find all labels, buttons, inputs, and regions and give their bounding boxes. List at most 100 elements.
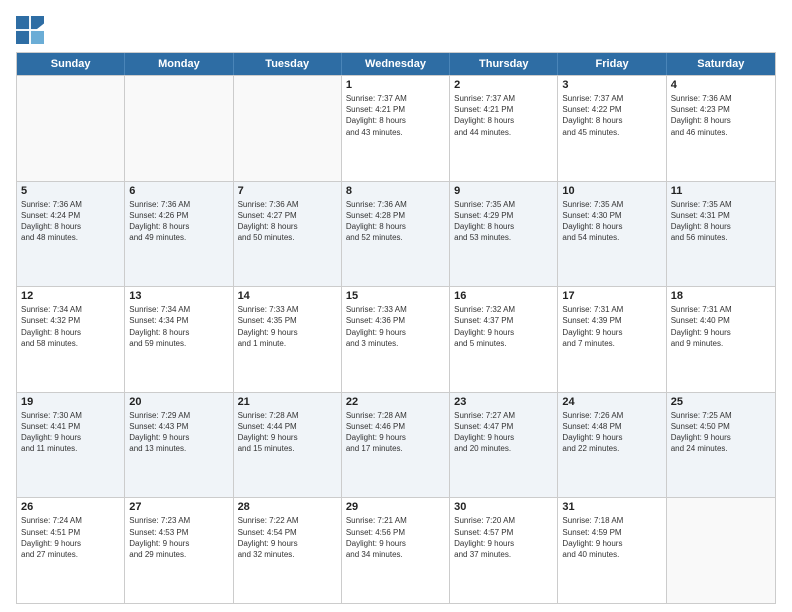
- week-row-1: 1 Sunrise: 7:37 AM Sunset: 4:21 PM Daylig…: [17, 75, 775, 181]
- day-cell-16: 16Sunrise: 7:32 AM Sunset: 4:37 PM Dayli…: [450, 287, 558, 392]
- day-info: Sunrise: 7:29 AM Sunset: 4:43 PM Dayligh…: [129, 410, 228, 455]
- header: [16, 16, 776, 44]
- day-cell-3: 3Sunrise: 7:37 AM Sunset: 4:22 PM Daylig…: [558, 76, 666, 181]
- calendar-header: SundayMondayTuesdayWednesdayThursdayFrid…: [17, 53, 775, 75]
- day-info: Sunrise: 7:28 AM Sunset: 4:46 PM Dayligh…: [346, 410, 445, 455]
- day-number: 2: [454, 79, 553, 91]
- day-info: Sunrise: 7:25 AM Sunset: 4:50 PM Dayligh…: [671, 410, 771, 455]
- day-number: 30: [454, 501, 553, 513]
- logo: [16, 16, 48, 44]
- day-number: 8: [346, 185, 445, 197]
- header-cell-sunday: Sunday: [17, 53, 125, 75]
- day-info: Sunrise: 7:18 AM Sunset: 4:59 PM Dayligh…: [562, 515, 661, 560]
- header-cell-thursday: Thursday: [450, 53, 558, 75]
- day-info: Sunrise: 7:36 AM Sunset: 4:27 PM Dayligh…: [238, 199, 337, 244]
- day-info: Sunrise: 7:36 AM Sunset: 4:28 PM Dayligh…: [346, 199, 445, 244]
- day-number: 4: [671, 79, 771, 91]
- day-cell-9: 9Sunrise: 7:35 AM Sunset: 4:29 PM Daylig…: [450, 182, 558, 287]
- day-info: Sunrise: 7:35 AM Sunset: 4:30 PM Dayligh…: [562, 199, 661, 244]
- day-cell-1: 1 Sunrise: 7:37 AM Sunset: 4:21 PM Daylig…: [342, 76, 450, 181]
- page: SundayMondayTuesdayWednesdayThursdayFrid…: [0, 0, 792, 612]
- week-row-3: 12 Sunrise: 7:34 AM Sunset: 4:32 PM Dayli…: [17, 286, 775, 392]
- day-info: Sunrise: 7:34 AM Sunset: 4:34 PM Dayligh…: [129, 304, 228, 349]
- day-number: 21: [238, 396, 337, 408]
- day-number: 19: [21, 396, 120, 408]
- day-cell-10: 10Sunrise: 7:35 AM Sunset: 4:30 PM Dayli…: [558, 182, 666, 287]
- day-cell-31: 31 Sunrise: 7:18 AM Sunset: 4:59 PM Dayli…: [558, 498, 666, 603]
- day-info: Sunrise: 7:31 AM Sunset: 4:39 PM Dayligh…: [562, 304, 661, 349]
- day-number: 25: [671, 396, 771, 408]
- day-number: 16: [454, 290, 553, 302]
- day-cell-30: 30 Sunrise: 7:20 AM Sunset: 4:57 PM Dayli…: [450, 498, 558, 603]
- calendar-body: 1 Sunrise: 7:37 AM Sunset: 4:21 PM Daylig…: [17, 75, 775, 603]
- day-cell-13: 13 Sunrise: 7:34 AM Sunset: 4:34 PM Dayli…: [125, 287, 233, 392]
- empty-cell-4-6: [667, 498, 775, 603]
- day-number: 31: [562, 501, 661, 513]
- day-number: 6: [129, 185, 228, 197]
- day-info: Sunrise: 7:21 AM Sunset: 4:56 PM Dayligh…: [346, 515, 445, 560]
- day-number: 12: [21, 290, 120, 302]
- day-info: Sunrise: 7:27 AM Sunset: 4:47 PM Dayligh…: [454, 410, 553, 455]
- day-number: 11: [671, 185, 771, 197]
- calendar: SundayMondayTuesdayWednesdayThursdayFrid…: [16, 52, 776, 604]
- day-number: 1: [346, 79, 445, 91]
- day-cell-15: 15 Sunrise: 7:33 AM Sunset: 4:36 PM Dayli…: [342, 287, 450, 392]
- day-cell-23: 23 Sunrise: 7:27 AM Sunset: 4:47 PM Dayli…: [450, 393, 558, 498]
- day-number: 7: [238, 185, 337, 197]
- day-number: 15: [346, 290, 445, 302]
- header-cell-monday: Monday: [125, 53, 233, 75]
- day-info: Sunrise: 7:33 AM Sunset: 4:36 PM Dayligh…: [346, 304, 445, 349]
- day-cell-26: 26Sunrise: 7:24 AM Sunset: 4:51 PM Dayli…: [17, 498, 125, 603]
- empty-cell-0-2: [234, 76, 342, 181]
- empty-cell-0-0: [17, 76, 125, 181]
- day-info: Sunrise: 7:37 AM Sunset: 4:21 PM Dayligh…: [346, 93, 445, 138]
- day-number: 23: [454, 396, 553, 408]
- week-row-2: 5 Sunrise: 7:36 AM Sunset: 4:24 PM Daylig…: [17, 181, 775, 287]
- day-cell-28: 28Sunrise: 7:22 AM Sunset: 4:54 PM Dayli…: [234, 498, 342, 603]
- day-cell-5: 5 Sunrise: 7:36 AM Sunset: 4:24 PM Daylig…: [17, 182, 125, 287]
- header-cell-tuesday: Tuesday: [234, 53, 342, 75]
- day-cell-29: 29 Sunrise: 7:21 AM Sunset: 4:56 PM Dayli…: [342, 498, 450, 603]
- day-cell-12: 12 Sunrise: 7:34 AM Sunset: 4:32 PM Dayli…: [17, 287, 125, 392]
- day-cell-11: 11Sunrise: 7:35 AM Sunset: 4:31 PM Dayli…: [667, 182, 775, 287]
- day-info: Sunrise: 7:37 AM Sunset: 4:22 PM Dayligh…: [562, 93, 661, 138]
- day-cell-25: 25 Sunrise: 7:25 AM Sunset: 4:50 PM Dayli…: [667, 393, 775, 498]
- day-cell-24: 24Sunrise: 7:26 AM Sunset: 4:48 PM Dayli…: [558, 393, 666, 498]
- day-info: Sunrise: 7:37 AM Sunset: 4:21 PM Dayligh…: [454, 93, 553, 138]
- day-info: Sunrise: 7:34 AM Sunset: 4:32 PM Dayligh…: [21, 304, 120, 349]
- day-number: 29: [346, 501, 445, 513]
- day-cell-14: 14 Sunrise: 7:33 AM Sunset: 4:35 PM Dayli…: [234, 287, 342, 392]
- day-info: Sunrise: 7:26 AM Sunset: 4:48 PM Dayligh…: [562, 410, 661, 455]
- header-cell-friday: Friday: [558, 53, 666, 75]
- day-info: Sunrise: 7:28 AM Sunset: 4:44 PM Dayligh…: [238, 410, 337, 455]
- day-cell-7: 7 Sunrise: 7:36 AM Sunset: 4:27 PM Daylig…: [234, 182, 342, 287]
- day-cell-4: 4 Sunrise: 7:36 AM Sunset: 4:23 PM Daylig…: [667, 76, 775, 181]
- header-cell-saturday: Saturday: [667, 53, 775, 75]
- day-cell-2: 2 Sunrise: 7:37 AM Sunset: 4:21 PM Daylig…: [450, 76, 558, 181]
- day-info: Sunrise: 7:31 AM Sunset: 4:40 PM Dayligh…: [671, 304, 771, 349]
- day-cell-22: 22 Sunrise: 7:28 AM Sunset: 4:46 PM Dayli…: [342, 393, 450, 498]
- day-cell-21: 21 Sunrise: 7:28 AM Sunset: 4:44 PM Dayli…: [234, 393, 342, 498]
- day-number: 22: [346, 396, 445, 408]
- day-info: Sunrise: 7:33 AM Sunset: 4:35 PM Dayligh…: [238, 304, 337, 349]
- day-cell-6: 6Sunrise: 7:36 AM Sunset: 4:26 PM Daylig…: [125, 182, 233, 287]
- day-cell-19: 19 Sunrise: 7:30 AM Sunset: 4:41 PM Dayli…: [17, 393, 125, 498]
- header-cell-wednesday: Wednesday: [342, 53, 450, 75]
- day-info: Sunrise: 7:36 AM Sunset: 4:24 PM Dayligh…: [21, 199, 120, 244]
- day-number: 5: [21, 185, 120, 197]
- day-info: Sunrise: 7:24 AM Sunset: 4:51 PM Dayligh…: [21, 515, 120, 560]
- day-cell-17: 17Sunrise: 7:31 AM Sunset: 4:39 PM Dayli…: [558, 287, 666, 392]
- empty-cell-0-1: [125, 76, 233, 181]
- day-info: Sunrise: 7:20 AM Sunset: 4:57 PM Dayligh…: [454, 515, 553, 560]
- day-cell-8: 8 Sunrise: 7:36 AM Sunset: 4:28 PM Daylig…: [342, 182, 450, 287]
- day-info: Sunrise: 7:22 AM Sunset: 4:54 PM Dayligh…: [238, 515, 337, 560]
- day-info: Sunrise: 7:30 AM Sunset: 4:41 PM Dayligh…: [21, 410, 120, 455]
- logo-icon: [16, 16, 44, 44]
- day-cell-18: 18Sunrise: 7:31 AM Sunset: 4:40 PM Dayli…: [667, 287, 775, 392]
- day-number: 13: [129, 290, 228, 302]
- day-cell-27: 27Sunrise: 7:23 AM Sunset: 4:53 PM Dayli…: [125, 498, 233, 603]
- day-number: 14: [238, 290, 337, 302]
- week-row-4: 19 Sunrise: 7:30 AM Sunset: 4:41 PM Dayli…: [17, 392, 775, 498]
- day-info: Sunrise: 7:36 AM Sunset: 4:23 PM Dayligh…: [671, 93, 771, 138]
- day-number: 9: [454, 185, 553, 197]
